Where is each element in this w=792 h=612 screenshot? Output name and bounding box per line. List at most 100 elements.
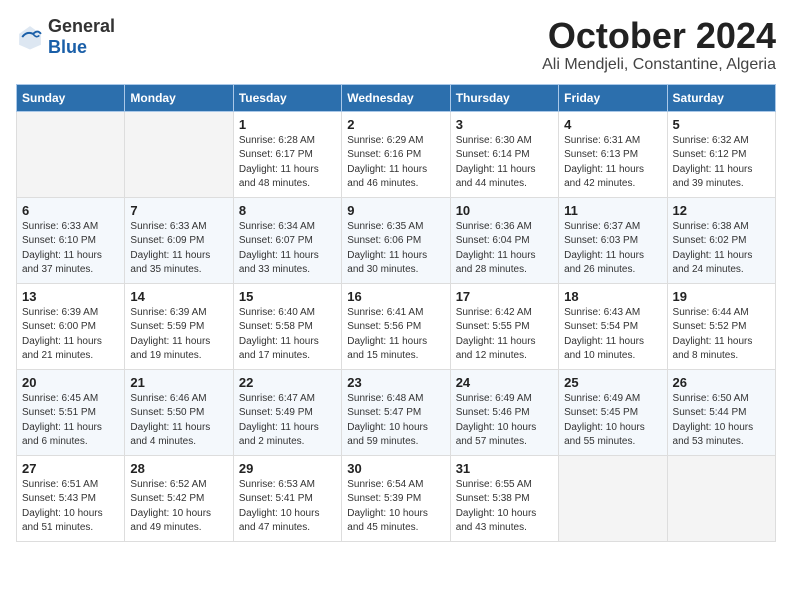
week-row-4: 20 Sunrise: 6:45 AMSunset: 5:51 PMDayligh… <box>17 369 776 455</box>
calendar-cell: 20 Sunrise: 6:45 AMSunset: 5:51 PMDayligh… <box>17 369 125 455</box>
day-number: 1 <box>239 117 336 132</box>
day-info: Sunrise: 6:50 AMSunset: 5:44 PMDaylight:… <box>673 392 770 450</box>
day-number: 26 <box>673 375 770 390</box>
calendar-cell: 8 Sunrise: 6:34 AMSunset: 6:07 PMDaylight… <box>233 197 341 283</box>
day-info: Sunrise: 6:30 AMSunset: 6:14 PMDaylight:… <box>456 134 553 192</box>
calendar-cell: 23 Sunrise: 6:48 AMSunset: 5:47 PMDayligh… <box>342 369 450 455</box>
week-row-5: 27Sunrise: 6:51 AMSunset: 5:43 PMDayligh… <box>17 455 776 541</box>
calendar-cell: 6Sunrise: 6:33 AMSunset: 6:10 PMDaylight… <box>17 197 125 283</box>
calendar-cell: 31 Sunrise: 6:55 AMSunset: 5:38 PMDayligh… <box>450 455 558 541</box>
day-info: Sunrise: 6:29 AMSunset: 6:16 PMDaylight:… <box>347 134 444 192</box>
column-header-saturday: Saturday <box>667 84 775 111</box>
logo-icon <box>16 23 44 51</box>
day-info: Sunrise: 6:38 AMSunset: 6:02 PMDaylight:… <box>673 220 770 278</box>
calendar-cell: 2 Sunrise: 6:29 AMSunset: 6:16 PMDaylight… <box>342 111 450 197</box>
calendar-cell: 18Sunrise: 6:43 AMSunset: 5:54 PMDayligh… <box>559 283 667 369</box>
day-number: 14 <box>130 289 227 304</box>
day-info: Sunrise: 6:54 AMSunset: 5:39 PMDaylight:… <box>347 478 444 536</box>
calendar-cell: 26 Sunrise: 6:50 AMSunset: 5:44 PMDayligh… <box>667 369 775 455</box>
title-block: October 2024 Ali Mendjeli, Constantine, … <box>542 16 776 74</box>
calendar-cell: 15 Sunrise: 6:40 AMSunset: 5:58 PMDayligh… <box>233 283 341 369</box>
month-title: October 2024 <box>542 16 776 56</box>
day-number: 17 <box>456 289 553 304</box>
week-row-1: 1 Sunrise: 6:28 AMSunset: 6:17 PMDaylight… <box>17 111 776 197</box>
day-number: 10 <box>456 203 553 218</box>
day-info: Sunrise: 6:49 AMSunset: 5:46 PMDaylight:… <box>456 392 553 450</box>
day-number: 8 <box>239 203 336 218</box>
day-number: 5 <box>673 117 770 132</box>
calendar-cell: 16 Sunrise: 6:41 AMSunset: 5:56 PMDayligh… <box>342 283 450 369</box>
day-number: 20 <box>22 375 119 390</box>
column-header-friday: Friday <box>559 84 667 111</box>
day-info: Sunrise: 6:35 AMSunset: 6:06 PMDaylight:… <box>347 220 444 278</box>
calendar-cell: 29 Sunrise: 6:53 AMSunset: 5:41 PMDayligh… <box>233 455 341 541</box>
day-number: 24 <box>456 375 553 390</box>
day-number: 2 <box>347 117 444 132</box>
day-number: 22 <box>239 375 336 390</box>
logo: General Blue <box>16 16 115 58</box>
calendar-body: 1 Sunrise: 6:28 AMSunset: 6:17 PMDaylight… <box>17 111 776 541</box>
day-info: Sunrise: 6:39 AMSunset: 5:59 PMDaylight:… <box>130 306 227 364</box>
day-number: 29 <box>239 461 336 476</box>
calendar-cell <box>559 455 667 541</box>
day-info: Sunrise: 6:48 AMSunset: 5:47 PMDaylight:… <box>347 392 444 450</box>
day-number: 3 <box>456 117 553 132</box>
calendar-cell <box>125 111 233 197</box>
calendar-cell: 4Sunrise: 6:31 AMSunset: 6:13 PMDaylight… <box>559 111 667 197</box>
day-info: Sunrise: 6:39 AMSunset: 6:00 PMDaylight:… <box>22 306 119 364</box>
day-number: 9 <box>347 203 444 218</box>
column-header-monday: Monday <box>125 84 233 111</box>
column-header-thursday: Thursday <box>450 84 558 111</box>
day-number: 23 <box>347 375 444 390</box>
day-info: Sunrise: 6:41 AMSunset: 5:56 PMDaylight:… <box>347 306 444 364</box>
day-number: 4 <box>564 117 661 132</box>
day-info: Sunrise: 6:47 AMSunset: 5:49 PMDaylight:… <box>239 392 336 450</box>
day-info: Sunrise: 6:45 AMSunset: 5:51 PMDaylight:… <box>22 392 119 450</box>
calendar-cell: 9 Sunrise: 6:35 AMSunset: 6:06 PMDaylight… <box>342 197 450 283</box>
calendar-cell: 10 Sunrise: 6:36 AMSunset: 6:04 PMDayligh… <box>450 197 558 283</box>
day-number: 30 <box>347 461 444 476</box>
calendar-cell: 24 Sunrise: 6:49 AMSunset: 5:46 PMDayligh… <box>450 369 558 455</box>
day-number: 28 <box>130 461 227 476</box>
calendar-header: SundayMondayTuesdayWednesdayThursdayFrid… <box>17 84 776 111</box>
calendar-cell: 7Sunrise: 6:33 AMSunset: 6:09 PMDaylight… <box>125 197 233 283</box>
logo-text: General Blue <box>48 16 115 58</box>
day-info: Sunrise: 6:34 AMSunset: 6:07 PMDaylight:… <box>239 220 336 278</box>
day-info: Sunrise: 6:52 AMSunset: 5:42 PMDaylight:… <box>130 478 227 536</box>
calendar-cell: 25 Sunrise: 6:49 AMSunset: 5:45 PMDayligh… <box>559 369 667 455</box>
calendar-cell: 21Sunrise: 6:46 AMSunset: 5:50 PMDayligh… <box>125 369 233 455</box>
column-header-wednesday: Wednesday <box>342 84 450 111</box>
page-header: General Blue October 2024 Ali Mendjeli, … <box>16 16 776 74</box>
calendar-cell: 28 Sunrise: 6:52 AMSunset: 5:42 PMDayligh… <box>125 455 233 541</box>
day-number: 25 <box>564 375 661 390</box>
day-info: Sunrise: 6:28 AMSunset: 6:17 PMDaylight:… <box>239 134 336 192</box>
calendar-table: SundayMondayTuesdayWednesdayThursdayFrid… <box>16 84 776 542</box>
day-info: Sunrise: 6:55 AMSunset: 5:38 PMDaylight:… <box>456 478 553 536</box>
day-info: Sunrise: 6:49 AMSunset: 5:45 PMDaylight:… <box>564 392 661 450</box>
day-number: 31 <box>456 461 553 476</box>
week-row-3: 13 Sunrise: 6:39 AMSunset: 6:00 PMDayligh… <box>17 283 776 369</box>
day-info: Sunrise: 6:43 AMSunset: 5:54 PMDaylight:… <box>564 306 661 364</box>
day-info: Sunrise: 6:36 AMSunset: 6:04 PMDaylight:… <box>456 220 553 278</box>
header-row: SundayMondayTuesdayWednesdayThursdayFrid… <box>17 84 776 111</box>
day-number: 27 <box>22 461 119 476</box>
calendar-cell <box>667 455 775 541</box>
day-number: 12 <box>673 203 770 218</box>
day-number: 13 <box>22 289 119 304</box>
calendar-cell: 3 Sunrise: 6:30 AMSunset: 6:14 PMDaylight… <box>450 111 558 197</box>
calendar-cell: 14 Sunrise: 6:39 AMSunset: 5:59 PMDayligh… <box>125 283 233 369</box>
location-title: Ali Mendjeli, Constantine, Algeria <box>542 56 776 74</box>
day-info: Sunrise: 6:40 AMSunset: 5:58 PMDaylight:… <box>239 306 336 364</box>
day-number: 6 <box>22 203 119 218</box>
day-number: 21 <box>130 375 227 390</box>
day-number: 16 <box>347 289 444 304</box>
calendar-cell: 12 Sunrise: 6:38 AMSunset: 6:02 PMDayligh… <box>667 197 775 283</box>
calendar-cell: 1 Sunrise: 6:28 AMSunset: 6:17 PMDaylight… <box>233 111 341 197</box>
day-info: Sunrise: 6:53 AMSunset: 5:41 PMDaylight:… <box>239 478 336 536</box>
day-info: Sunrise: 6:37 AMSunset: 6:03 PMDaylight:… <box>564 220 661 278</box>
column-header-sunday: Sunday <box>17 84 125 111</box>
calendar-cell: 27Sunrise: 6:51 AMSunset: 5:43 PMDayligh… <box>17 455 125 541</box>
day-number: 15 <box>239 289 336 304</box>
week-row-2: 6Sunrise: 6:33 AMSunset: 6:10 PMDaylight… <box>17 197 776 283</box>
calendar-cell: 30 Sunrise: 6:54 AMSunset: 5:39 PMDayligh… <box>342 455 450 541</box>
